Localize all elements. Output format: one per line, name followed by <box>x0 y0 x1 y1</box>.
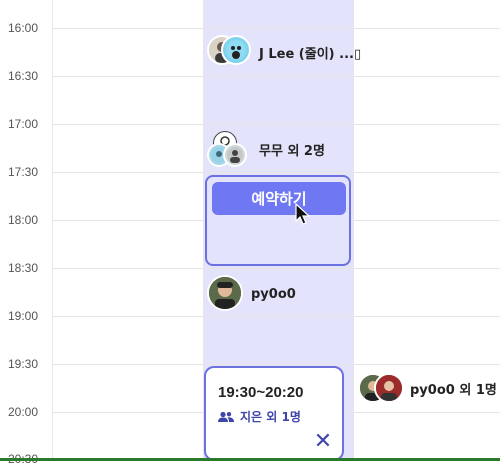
grid-divider <box>52 0 53 461</box>
event-item[interactable]: 무무 외 2명 <box>207 131 325 167</box>
time-label: 19:30 <box>8 357 39 371</box>
time-label: 18:00 <box>8 213 39 227</box>
avatar <box>374 373 404 403</box>
grid-line <box>52 76 500 77</box>
time-label: 16:00 <box>8 21 39 35</box>
avatar <box>221 35 251 65</box>
grid-line <box>52 28 500 29</box>
grid-divider <box>353 0 354 461</box>
avatar <box>223 143 247 167</box>
detail-attendees: 지은 외 1명 <box>218 408 301 425</box>
close-icon[interactable]: ✕ <box>312 431 334 453</box>
booking-slot[interactable]: 예약하기 <box>205 175 351 266</box>
event-title: 무무 외 2명 <box>259 143 325 159</box>
time-label: 16:30 <box>8 69 39 83</box>
grid-line <box>52 172 500 173</box>
avatar-group <box>358 373 404 403</box>
time-label: 18:30 <box>8 261 39 275</box>
people-icon <box>218 411 234 422</box>
event-item[interactable]: J Lee (줄이) ...▯ <box>207 35 361 69</box>
time-label: 19:00 <box>8 309 39 323</box>
time-label: 17:00 <box>8 117 39 131</box>
time-label: 20:00 <box>8 405 39 419</box>
cursor-icon <box>295 203 311 225</box>
event-detail-card[interactable]: 19:30~20:20 지은 외 1명 ✕ <box>204 366 344 461</box>
grid-line <box>52 364 500 365</box>
grid-line <box>52 124 500 125</box>
attendees-label: 지은 외 1명 <box>240 410 301 424</box>
avatar-group <box>207 131 253 167</box>
grid-line <box>52 316 500 317</box>
book-button[interactable]: 예약하기 <box>212 182 346 215</box>
avatar-group <box>207 35 253 69</box>
grid-line <box>52 268 500 269</box>
event-title: J Lee (줄이) ...▯ <box>259 46 362 62</box>
event-title: py0o0 외 1명 <box>410 382 497 398</box>
event-item[interactable]: py0o0 외 1명 <box>358 373 497 403</box>
avatar <box>207 275 243 311</box>
event-item[interactable]: py0o0 <box>207 275 296 313</box>
time-label: 17:30 <box>8 165 39 179</box>
avatar-group <box>207 275 245 313</box>
event-title: py0o0 <box>251 286 296 302</box>
detail-time-range: 19:30~20:20 <box>218 384 304 401</box>
